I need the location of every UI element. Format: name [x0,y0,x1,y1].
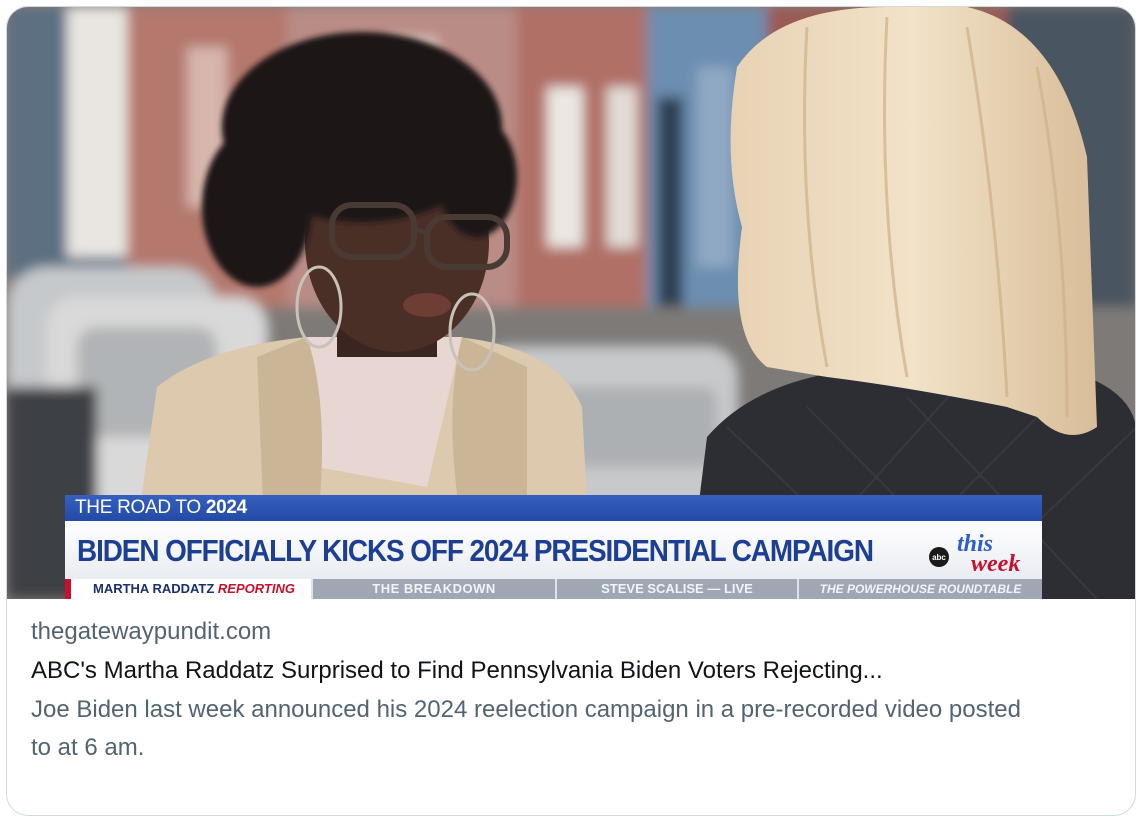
preview-image[interactable]: THE ROAD TO 2024 BIDEN OFFICIALLY KICKS … [7,7,1135,599]
ticker-roundtable: THE POWERHOUSE ROUNDTABLE [799,579,1042,599]
road-banner-prefix: THE ROAD TO [75,497,206,518]
ticker-reporter: MARTHA RADDATZ REPORTING [65,579,311,599]
card-meta[interactable]: thegatewaypundit.com ABC's Martha Raddat… [31,615,1121,767]
chyron-headline: BIDEN OFFICIALLY KICKS OFF 2024 PRESIDEN… [77,533,874,568]
ticker-breakdown: THE BREAKDOWN [313,579,555,599]
road-banner-year: 2024 [205,497,247,518]
card-description: Joe Biden last week announced his 2024 r… [31,696,1021,761]
ticker-scalise: STEVE SCALISE — LIVE [557,579,797,599]
road-banner: THE ROAD TO 2024 [65,495,1042,521]
logo-abc-text: abc [932,553,946,562]
logo-week-text: week [971,551,1020,575]
ticker-reporter-name: MARTHA RADDATZ [93,581,218,596]
link-preview-card[interactable]: THE ROAD TO 2024 BIDEN OFFICIALLY KICKS … [6,6,1136,816]
ticker-reporter-role: REPORTING [217,581,295,596]
headline-banner: BIDEN OFFICIALLY KICKS OFF 2024 PRESIDEN… [65,521,1042,579]
this-week-logo: abc this week [929,531,1020,575]
road-banner-text: THE ROAD TO 2024 [75,497,247,519]
card-title[interactable]: ABC's Martha Raddatz Surprised to Find P… [31,653,1116,689]
news-chyron: THE ROAD TO 2024 BIDEN OFFICIALLY KICKS … [65,495,1042,599]
card-domain: thegatewaypundit.com [31,618,272,645]
lower-ticker: MARTHA RADDATZ REPORTING THE BREAKDOWN S… [65,579,1042,599]
